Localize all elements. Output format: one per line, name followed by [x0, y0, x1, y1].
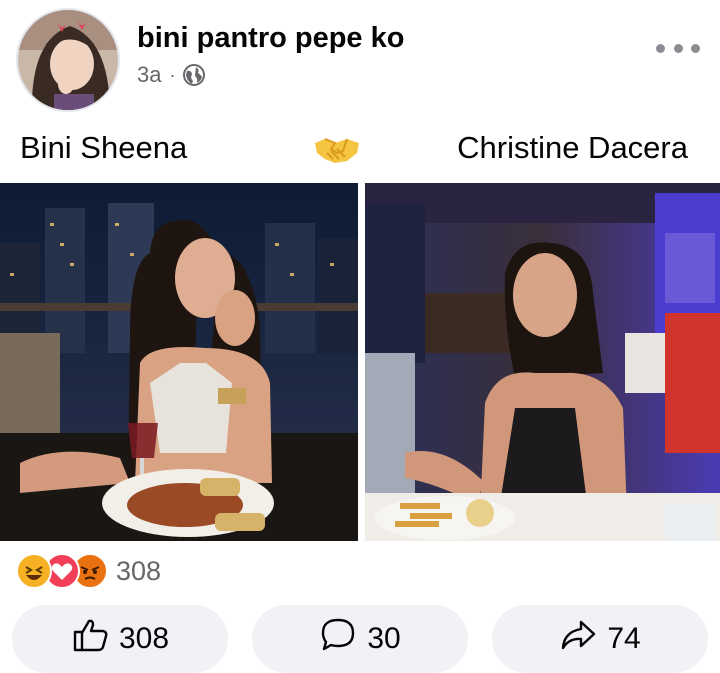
reaction-summary[interactable]: 308	[16, 551, 161, 591]
photo-right[interactable]	[365, 183, 720, 541]
share-count: 74	[607, 622, 641, 655]
globe-icon	[183, 64, 206, 86]
more-options-icon[interactable]	[656, 36, 700, 60]
haha-icon	[16, 553, 52, 589]
reaction-count: 308	[116, 555, 162, 586]
caption-right-name: Christine Dacera	[457, 130, 688, 165]
author-avatar[interactable]	[16, 8, 120, 112]
action-bar: 308 30 74	[12, 605, 708, 673]
post-caption: Bini Sheena Christine Dacera	[0, 118, 720, 178]
photo-left[interactable]	[0, 183, 358, 541]
handshake-emoji	[313, 131, 361, 167]
post-time[interactable]: 3a	[137, 62, 161, 88]
share-button[interactable]: 74	[492, 605, 708, 673]
like-count: 308	[118, 622, 170, 655]
caption-left-name: Bini Sheena	[20, 130, 188, 165]
thumbs-up-icon	[71, 616, 109, 662]
author-name[interactable]: bini pantro pepe ko	[137, 22, 404, 55]
comment-icon	[319, 616, 357, 662]
meta-separator: ·	[169, 64, 176, 85]
comment-count: 30	[367, 622, 401, 655]
comment-button[interactable]: 30	[252, 605, 468, 673]
like-button[interactable]: 308	[12, 605, 228, 673]
post-meta: 3a ·	[137, 62, 206, 88]
share-icon	[559, 616, 597, 662]
photo-grid	[0, 183, 720, 541]
post-header: bini pantro pepe ko 3a ·	[0, 0, 720, 118]
